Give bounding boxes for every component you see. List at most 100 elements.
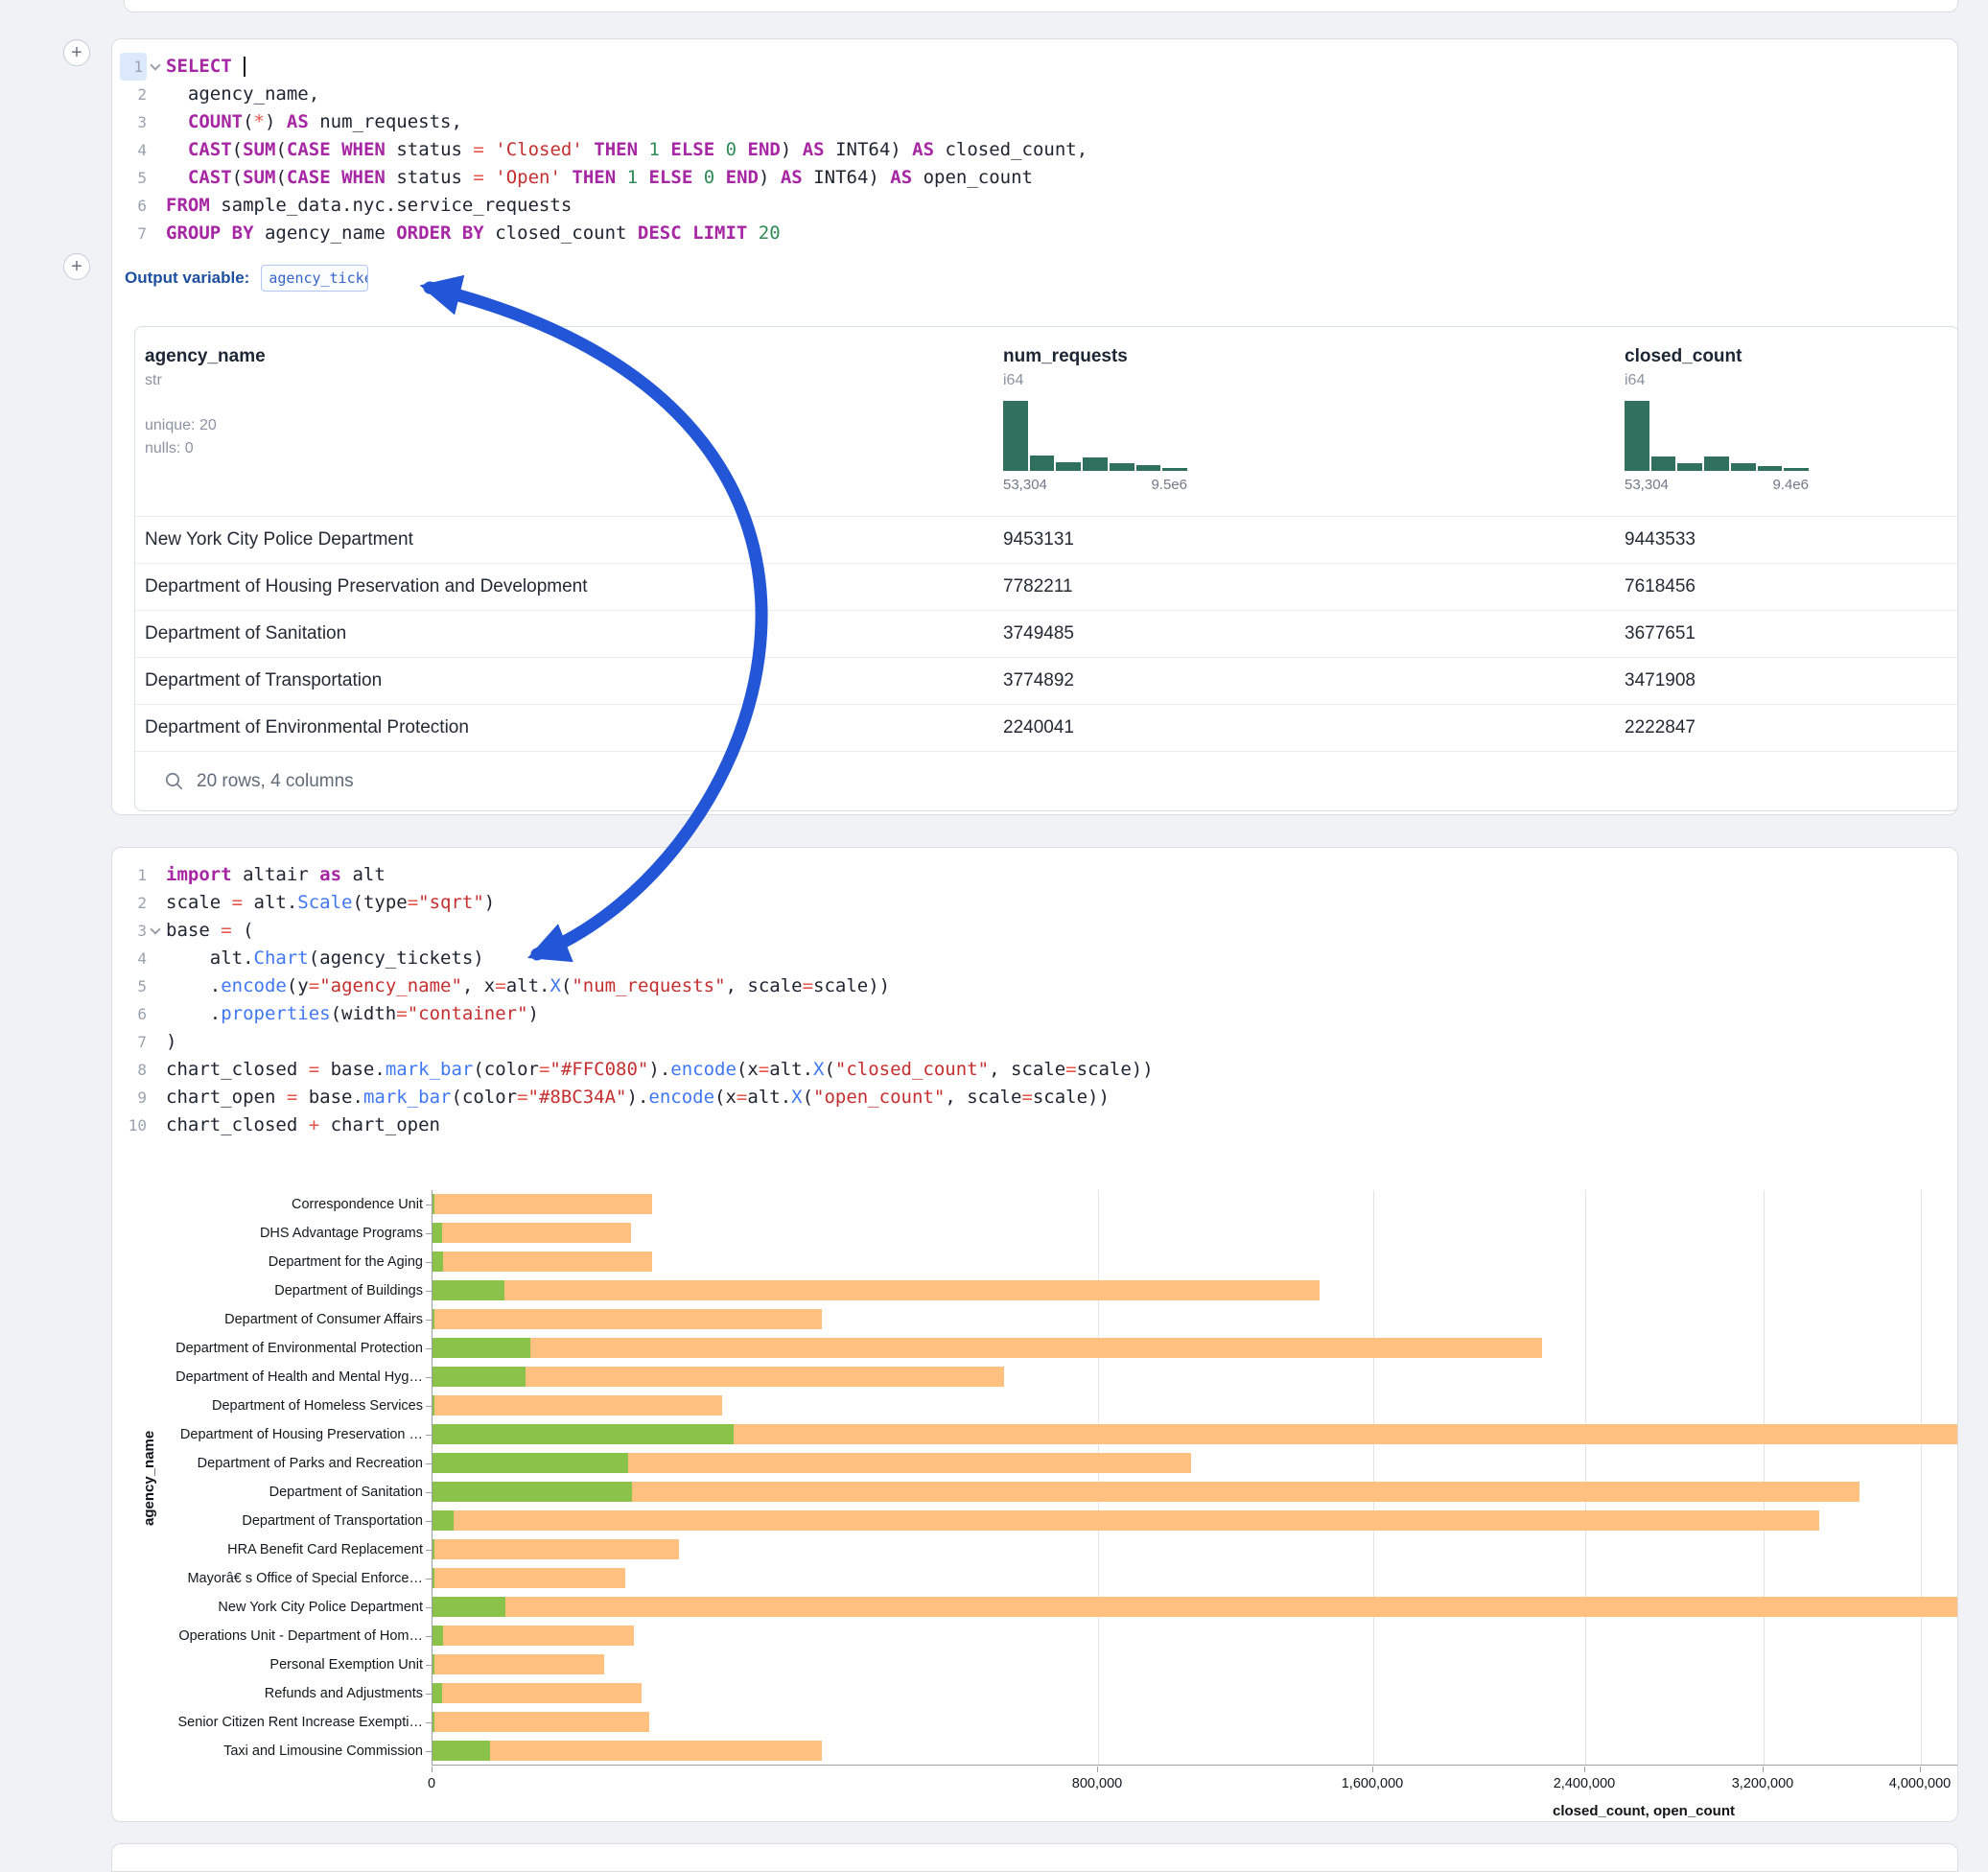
hist-bar: [1030, 456, 1055, 471]
y-axis-label: Senior Citizen Rent Increase Exempti…: [178, 1715, 423, 1730]
y-axis-label: Refunds and Adjustments: [265, 1686, 423, 1701]
code-text[interactable]: chart_open = base.mark_bar(color="#8BC34…: [164, 1084, 1110, 1112]
line-number: 1: [120, 861, 147, 889]
code-text[interactable]: agency_name,: [164, 81, 319, 108]
table-row[interactable]: Department of Environmental Protection22…: [135, 704, 1958, 751]
hist-bar: [1651, 456, 1676, 471]
y-axis-label: Department of Health and Mental Hyg…: [175, 1369, 423, 1385]
column-histogram: [1625, 401, 1809, 471]
code-text[interactable]: SELECT: [164, 53, 246, 81]
gutter: 6: [112, 192, 164, 220]
closed_count-bar: [433, 1280, 1320, 1300]
gutter: 10: [112, 1112, 164, 1139]
hist-bar: [1083, 457, 1108, 471]
table-header: agency_namestrunique: 20nulls: 0num_requ…: [135, 327, 1958, 516]
code-text[interactable]: COUNT(*) AS num_requests,: [164, 108, 462, 136]
x-tick: [1097, 1767, 1098, 1772]
open_count-bar: [433, 1338, 530, 1358]
code-text[interactable]: chart_closed = base.mark_bar(color="#FFC…: [164, 1056, 1154, 1084]
chart-category-row: Department for the Aging: [112, 1248, 432, 1276]
table-cell: 3774892: [994, 658, 1615, 704]
gutter: 5: [112, 164, 164, 192]
code-text[interactable]: FROM sample_data.nyc.service_requests: [164, 192, 572, 220]
output-variable-label: Output variable:: [125, 269, 249, 288]
hist-bar: [1162, 468, 1187, 471]
gutter: 2: [112, 81, 164, 108]
code-line: 5 CAST(SUM(CASE WHEN status = 'Open' THE…: [112, 164, 1957, 192]
x-axis-title: closed_count, open_count: [1553, 1803, 1735, 1819]
code-line: 4 alt.Chart(agency_tickets): [112, 945, 1957, 972]
code-text[interactable]: base = (: [164, 917, 254, 945]
code-text[interactable]: .encode(y="agency_name", x=alt.X("num_re…: [164, 972, 890, 1000]
y-axis-label: DHS Advantage Programs: [260, 1226, 423, 1241]
code-line: 1 import altair as alt: [112, 861, 1957, 889]
open_count-bar: [433, 1280, 504, 1300]
table-cell: New York City Police Department: [135, 517, 994, 563]
sql-editor[interactable]: 1SELECT 2 agency_name,3 COUNT(*) AS num_…: [112, 39, 1957, 247]
gutter: 4: [112, 136, 164, 164]
x-tick: [432, 1767, 433, 1772]
table-row[interactable]: New York City Police Department945313194…: [135, 516, 1958, 563]
column-header-num_requests[interactable]: num_requestsi6453,3049.5e6: [994, 327, 1615, 516]
y-axis-label: Department of Environmental Protection: [175, 1341, 423, 1356]
gutter: 1: [112, 861, 164, 889]
y-axis-label: Operations Unit - Department of Hom…: [178, 1628, 423, 1644]
x-tick: [1372, 1767, 1373, 1772]
code-text[interactable]: alt.Chart(agency_tickets): [164, 945, 484, 972]
open_count-bar: [433, 1712, 434, 1732]
line-number: 3: [120, 108, 147, 136]
column-header-agency_name[interactable]: agency_namestrunique: 20nulls: 0: [135, 327, 994, 516]
gutter: 5: [112, 972, 164, 1000]
notebook-page: { "colors": { "keyword": "#a626a4", "str…: [0, 0, 1988, 1864]
gutter: 1: [112, 53, 164, 81]
add-cell-button-top[interactable]: +: [63, 39, 90, 66]
code-text[interactable]: import altair as alt: [164, 861, 386, 889]
open_count-bar: [433, 1539, 434, 1559]
column-name: num_requests: [1003, 346, 1605, 367]
y-axis-label: HRA Benefit Card Replacement: [227, 1542, 423, 1557]
y-axis-label: Department for the Aging: [269, 1254, 423, 1270]
column-header-closed_count[interactable]: closed_counti6453,3049.4e6: [1615, 327, 1958, 516]
y-axis-label: New York City Police Department: [218, 1600, 423, 1615]
code-line: 3 base = (: [112, 917, 1957, 945]
hist-bar: [1704, 456, 1729, 471]
plus-icon: +: [71, 43, 82, 62]
sql-cell: 1SELECT 2 agency_name,3 COUNT(*) AS num_…: [111, 38, 1958, 815]
table-cell: 2240041: [994, 705, 1615, 751]
next-cell-edge: [111, 1843, 1958, 1872]
code-text[interactable]: CAST(SUM(CASE WHEN status = 'Closed' THE…: [164, 136, 1088, 164]
python-editor[interactable]: 1import altair as alt2scale = alt.Scale(…: [112, 848, 1957, 1139]
add-cell-button-output[interactable]: +: [63, 253, 90, 280]
y-axis-label: Taxi and Limousine Commission: [223, 1743, 423, 1759]
row-count-label: 20 rows, 4 columns: [197, 771, 354, 792]
chart-category-row: Operations Unit - Department of Hom…: [112, 1622, 432, 1650]
table-row[interactable]: Department of Transportation377489234719…: [135, 657, 1958, 704]
code-text[interactable]: ): [164, 1028, 176, 1056]
code-line: 8chart_closed = base.mark_bar(color="#FF…: [112, 1056, 1957, 1084]
open_count-bar: [433, 1252, 443, 1272]
line-number: 3: [120, 917, 147, 945]
table-row[interactable]: Department of Sanitation37494853677651: [135, 610, 1958, 657]
table-row[interactable]: Department of Housing Preservation and D…: [135, 563, 1958, 610]
chart-category-row: Refunds and Adjustments: [112, 1679, 432, 1708]
code-line: 1SELECT: [112, 53, 1957, 81]
gutter: 6: [112, 1000, 164, 1028]
hist-max-label: 9.5e6: [1151, 477, 1187, 493]
gridline: [1373, 1190, 1374, 1765]
fold-chevron-icon[interactable]: [150, 59, 160, 70]
code-text[interactable]: scale = alt.Scale(type="sqrt"): [164, 889, 495, 917]
output-variable-chip[interactable]: agency_tickets: [261, 265, 368, 292]
code-text[interactable]: chart_closed + chart_open: [164, 1112, 440, 1139]
x-tick: [1763, 1767, 1764, 1772]
code-line: 2 agency_name,: [112, 81, 1957, 108]
code-text[interactable]: CAST(SUM(CASE WHEN status = 'Open' THEN …: [164, 164, 1033, 192]
x-tick-label: 1,600,000: [1342, 1776, 1404, 1791]
fold-chevron-icon[interactable]: [150, 924, 160, 934]
code-text[interactable]: .properties(width="container"): [164, 1000, 539, 1028]
search-icon[interactable]: [164, 771, 184, 791]
code-text[interactable]: GROUP BY agency_name ORDER BY closed_cou…: [164, 220, 781, 247]
open_count-bar: [433, 1367, 526, 1387]
gridline: [1098, 1190, 1099, 1765]
code-line: 6 .properties(width="container"): [112, 1000, 1957, 1028]
line-number: 6: [120, 192, 147, 220]
